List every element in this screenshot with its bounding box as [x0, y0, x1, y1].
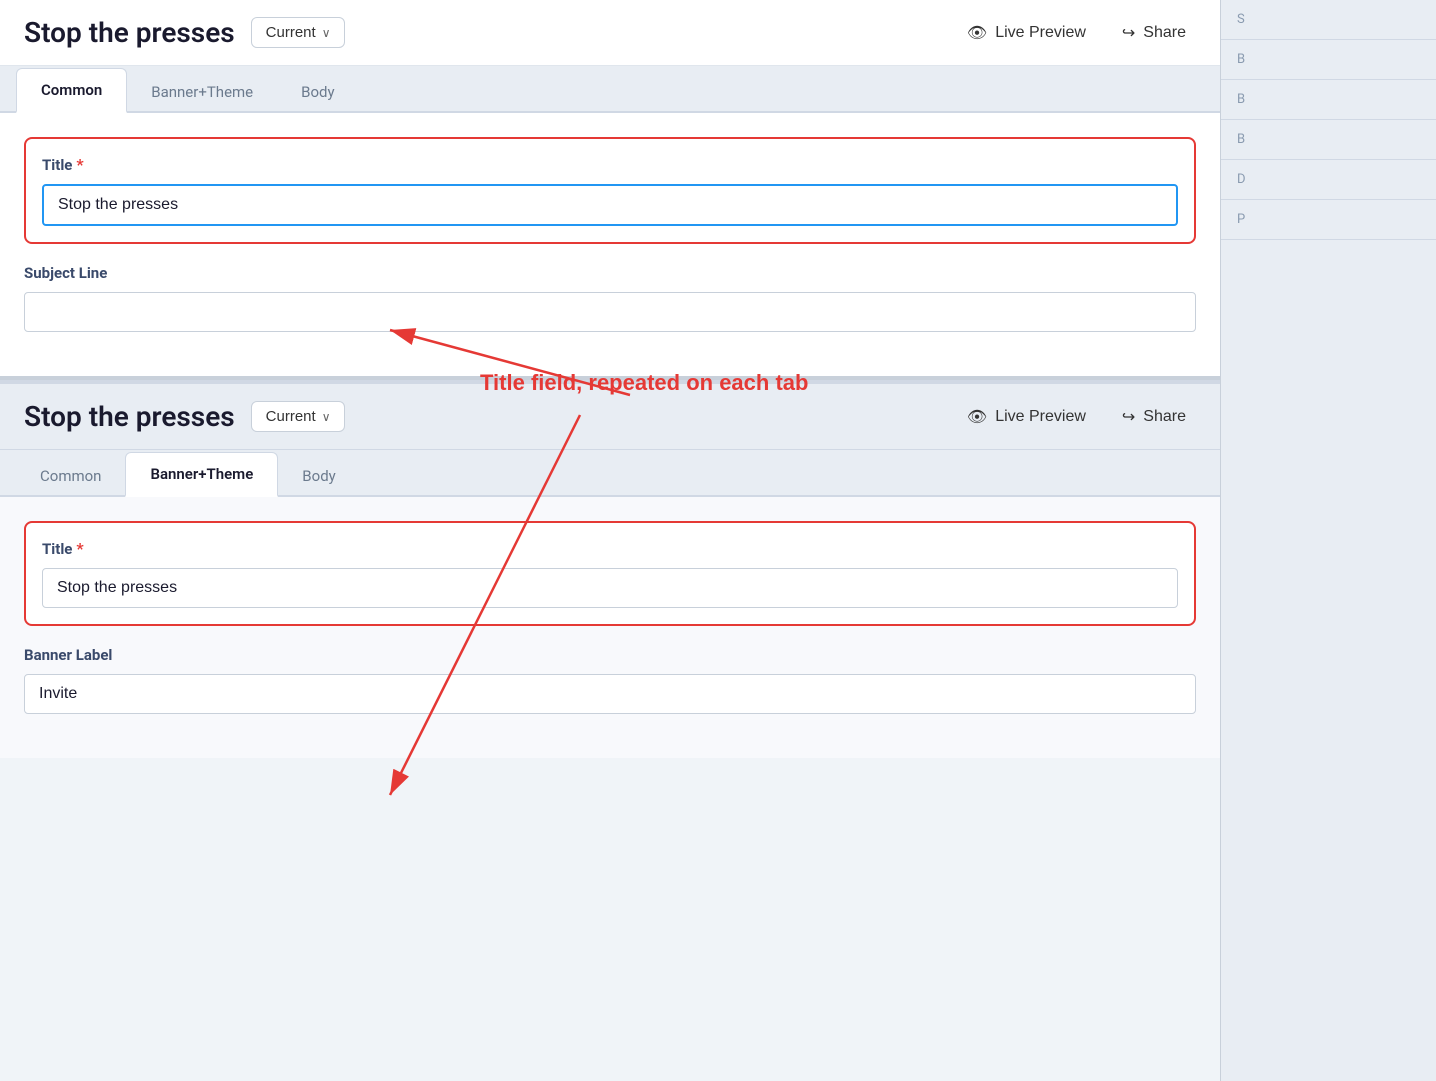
version-label-1: Current	[266, 24, 316, 41]
tab-banner-theme-2[interactable]: Banner+Theme	[125, 452, 278, 497]
live-preview-button-2[interactable]: 👁 Live Preview	[957, 401, 1096, 433]
sidebar-label-6: P	[1221, 200, 1436, 240]
tab-banner-theme-1[interactable]: Banner+Theme	[127, 71, 277, 113]
tab-body-2[interactable]: Body	[278, 455, 359, 497]
version-dropdown-1[interactable]: Current ∨	[251, 17, 346, 48]
tab-body-1[interactable]: Body	[277, 71, 358, 113]
panel-2-tabs: Common Banner+Theme Body	[0, 450, 1220, 497]
panel-2-header: Stop the presses Current ∨ 👁 Live Previe…	[0, 384, 1220, 450]
share-button-1[interactable]: ↪ Share	[1112, 17, 1196, 49]
required-star-2: *	[76, 539, 83, 558]
chevron-down-icon-1: ∨	[322, 26, 331, 40]
live-preview-label-1: Live Preview	[995, 24, 1086, 42]
sidebar-label-3: B	[1221, 80, 1436, 120]
subject-label-1: Subject Line	[24, 264, 1196, 282]
tab-common-2[interactable]: Common	[16, 455, 125, 497]
title-field-section-2: Title *	[24, 521, 1196, 626]
tab-common-1[interactable]: Common	[16, 68, 127, 113]
panel-1-tabs: Common Banner+Theme Body	[0, 66, 1220, 113]
share-label-2: Share	[1143, 408, 1186, 426]
eye-icon-2: 👁	[967, 407, 987, 427]
title-label-2: Title *	[42, 539, 1178, 558]
panel-2-title: Stop the presses	[24, 400, 235, 433]
eye-icon-1: 👁	[967, 23, 987, 43]
banner-label-input[interactable]	[24, 674, 1196, 714]
sidebar-label-5: D	[1221, 160, 1436, 200]
banner-label-section: Banner Label	[24, 646, 1196, 714]
live-preview-button-1[interactable]: 👁 Live Preview	[957, 17, 1096, 49]
panel-1: Stop the presses Current ∨ 👁 Live Previe…	[0, 0, 1220, 758]
sidebar-label-4: B	[1221, 120, 1436, 160]
subject-line-section-1: Subject Line	[24, 264, 1196, 332]
version-dropdown-2[interactable]: Current ∨	[251, 401, 346, 432]
title-input-1[interactable]	[42, 184, 1178, 226]
version-label-2: Current	[266, 408, 316, 425]
sidebar-label-2: B	[1221, 40, 1436, 80]
share-icon-2: ↪	[1122, 407, 1135, 427]
sidebar-label-1: S	[1221, 0, 1436, 40]
panel-2-content: Title * Banner Label	[0, 497, 1220, 758]
share-button-2[interactable]: ↪ Share	[1112, 401, 1196, 433]
live-preview-label-2: Live Preview	[995, 408, 1086, 426]
banner-label-label: Banner Label	[24, 646, 1196, 664]
panel-1-title: Stop the presses	[24, 16, 235, 49]
share-icon-1: ↪	[1122, 23, 1135, 43]
subject-input-1[interactable]	[24, 292, 1196, 332]
share-label-1: Share	[1143, 24, 1186, 42]
panel-2: Stop the presses Current ∨ 👁 Live Previe…	[0, 380, 1220, 758]
title-input-2[interactable]	[42, 568, 1178, 608]
right-sidebar: S B B B D P	[1220, 0, 1436, 1081]
panel-1-content: Title * Subject Line	[0, 113, 1220, 376]
title-label-1: Title *	[42, 155, 1178, 174]
chevron-down-icon-2: ∨	[322, 410, 331, 424]
page-wrapper: S B B B D P Stop the presses Current ∨ 👁…	[0, 0, 1436, 1081]
panel-1-header: Stop the presses Current ∨ 👁 Live Previe…	[0, 0, 1220, 66]
title-field-section-1: Title *	[24, 137, 1196, 244]
required-star-1: *	[76, 155, 83, 174]
